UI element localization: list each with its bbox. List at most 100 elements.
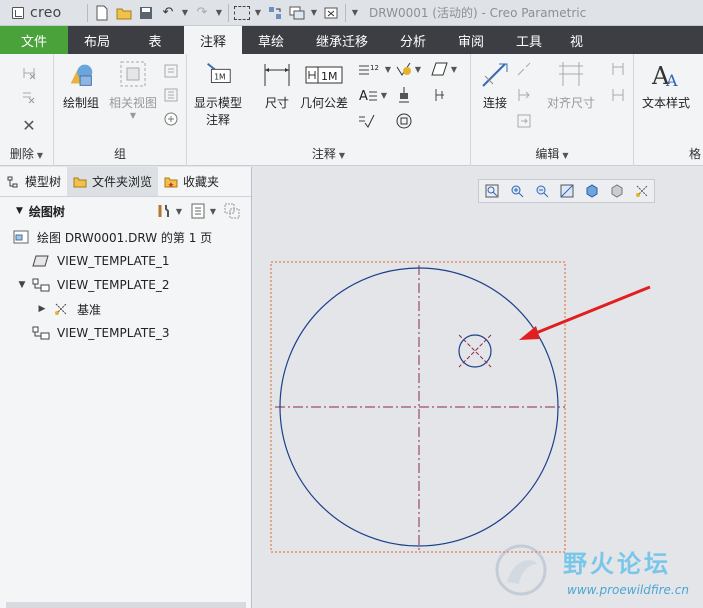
open-folder-icon[interactable] bbox=[115, 4, 133, 22]
datum-feature-icon[interactable] bbox=[431, 60, 449, 78]
tree-filter-icon[interactable] bbox=[189, 202, 207, 220]
save-icon[interactable] bbox=[137, 4, 155, 22]
tab-view[interactable]: 视 bbox=[558, 26, 595, 54]
view-icon bbox=[32, 253, 50, 269]
text-style-icon: AA bbox=[650, 60, 682, 90]
tree-item-view-template-2[interactable]: ▼ VIEW_TEMPLATE_2 bbox=[0, 273, 251, 297]
redo-dropdown-icon[interactable]: ▼ bbox=[215, 4, 223, 22]
surface-finish-icon[interactable] bbox=[395, 60, 413, 78]
group-group-label[interactable]: 组 bbox=[54, 145, 186, 162]
chevron-down-icon[interactable]: ▼ bbox=[175, 202, 183, 220]
watermark-url-text: www.proewildfire.cn bbox=[567, 583, 689, 597]
table-note-icon[interactable] bbox=[431, 86, 449, 104]
select-dropdown-icon[interactable]: ▼ bbox=[254, 4, 262, 22]
delete-segment-icon[interactable] bbox=[20, 88, 38, 106]
flip-arrows-icon[interactable] bbox=[609, 86, 627, 104]
text-style-label: 文本样式 bbox=[641, 96, 690, 110]
geometric-tolerance-button[interactable]: 1M 几何公差 bbox=[295, 60, 353, 111]
close-window-icon[interactable] bbox=[322, 4, 340, 22]
connect-icon bbox=[479, 60, 511, 90]
tab-layout[interactable]: 布局 bbox=[68, 26, 126, 54]
tree-item-view-template-1[interactable]: VIEW_TEMPLATE_1 bbox=[0, 249, 251, 273]
app-logo: creo bbox=[12, 5, 84, 21]
symbol-icon[interactable]: A bbox=[357, 86, 379, 104]
expand-arrow-icon[interactable]: ▶ bbox=[36, 304, 48, 314]
tab-tools[interactable]: 工具 bbox=[500, 26, 558, 54]
tree-item-datum[interactable]: ▶ 基准 bbox=[0, 297, 251, 321]
dimension-button[interactable]: 尺寸 bbox=[259, 60, 295, 111]
arrange-icon[interactable] bbox=[515, 86, 533, 104]
windows-icon[interactable] bbox=[288, 4, 306, 22]
select-box-icon[interactable] bbox=[234, 5, 250, 20]
windows-dropdown-icon[interactable]: ▼ bbox=[310, 4, 318, 22]
move-icon[interactable] bbox=[515, 112, 533, 130]
chevron-down-icon[interactable]: ▼ bbox=[449, 60, 459, 78]
group-list-icon[interactable] bbox=[162, 86, 180, 104]
regenerate-icon[interactable] bbox=[266, 4, 284, 22]
tab-legacy-migration[interactable]: 继承迁移 bbox=[300, 26, 384, 54]
group-properties-icon[interactable] bbox=[162, 62, 180, 80]
redo-icon[interactable]: ↷ bbox=[193, 4, 211, 22]
favorites-icon bbox=[164, 175, 178, 189]
chevron-down-icon[interactable]: ▼ bbox=[209, 202, 217, 220]
datum-target-icon[interactable] bbox=[395, 86, 413, 104]
settings-tools-icon[interactable] bbox=[155, 202, 173, 220]
break-icon[interactable] bbox=[515, 60, 533, 78]
align-dimensions-icon bbox=[555, 60, 587, 90]
related-view-icon bbox=[117, 60, 149, 90]
tab-annotate[interactable]: 注释 bbox=[184, 26, 242, 54]
weld-symbol-icon[interactable] bbox=[395, 112, 413, 130]
show-tree-columns-icon[interactable] bbox=[223, 202, 241, 220]
navigator-panel: 模型树 文件夹浏览 收藏夹 ▼ 绘图树 ▼ ▼ 绘图 DRW0001.DRW 的… bbox=[0, 167, 252, 608]
svg-text:A: A bbox=[359, 89, 368, 103]
edit-group: 连接 对齐尺寸 编辑 ▼ bbox=[471, 54, 634, 166]
tree-tools: ▼ ▼ bbox=[149, 202, 241, 220]
check-symbol-icon[interactable] bbox=[357, 112, 375, 130]
chevron-down-icon[interactable]: ▼ bbox=[383, 60, 393, 78]
tab-table[interactable]: 表 bbox=[126, 26, 184, 54]
undo-dropdown-icon[interactable]: ▼ bbox=[181, 4, 189, 22]
group-group: 绘制组 相关视图 ▼ 组 bbox=[54, 54, 187, 166]
chevron-down-icon[interactable]: ▼ bbox=[413, 60, 423, 78]
show-model-annotations-button[interactable]: 1M 显示模型 注释 bbox=[191, 60, 245, 128]
undo-icon[interactable]: ↶ bbox=[159, 4, 177, 22]
expand-arrow-icon[interactable]: ▼ bbox=[16, 280, 28, 290]
svg-text:1M: 1M bbox=[321, 70, 338, 83]
dimension-label: 尺寸 bbox=[264, 96, 289, 110]
tab-analysis[interactable]: 分析 bbox=[384, 26, 442, 54]
tree-item-drawing-sheet[interactable]: 绘图 DRW0001.DRW 的第 1 页 bbox=[0, 225, 251, 249]
tab-model-tree[interactable]: 模型树 bbox=[0, 167, 67, 196]
drawing-canvas[interactable]: 野火论坛 www.proewildfire.cn bbox=[253, 167, 703, 608]
format-group-label[interactable]: 格 bbox=[634, 145, 703, 162]
collapse-arrow-icon[interactable]: ▼ bbox=[16, 206, 23, 216]
svg-text:A: A bbox=[665, 71, 678, 90]
new-file-icon[interactable] bbox=[93, 4, 111, 22]
ribbon-panel: ✕ 删除 ▼ 绘制组 相关视图 ▼ 组 1M 显示模型 注释 尺寸 1M 几何公… bbox=[0, 54, 703, 166]
delete-icon[interactable]: ✕ bbox=[20, 116, 38, 135]
delete-group-label[interactable]: 删除 ▼ bbox=[0, 145, 53, 162]
tab-file[interactable]: 文件 bbox=[0, 26, 68, 54]
red-pointer-arrow bbox=[519, 285, 651, 340]
tab-review[interactable]: 审阅 bbox=[442, 26, 500, 54]
tab-sketch[interactable]: 草绘 bbox=[242, 26, 300, 54]
toolbar-divider bbox=[228, 3, 229, 22]
customize-toolbar-icon[interactable]: ▼ bbox=[351, 4, 359, 22]
tab-favorites[interactable]: 收藏夹 bbox=[158, 167, 225, 196]
draw-group-button[interactable]: 绘制组 bbox=[58, 60, 104, 111]
annotate-group-label[interactable]: 注释 ▼ bbox=[187, 145, 470, 162]
app-name: creo bbox=[30, 4, 62, 21]
cleanup-dimensions-icon[interactable] bbox=[609, 60, 627, 78]
text-style-button[interactable]: AA 文本样式 bbox=[638, 60, 694, 111]
group-ungroup-icon[interactable] bbox=[162, 110, 180, 128]
delete-dimension-icon[interactable] bbox=[20, 64, 38, 82]
panel-scrollbar[interactable] bbox=[6, 602, 246, 608]
edit-group-label[interactable]: 编辑 ▼ bbox=[471, 145, 633, 162]
related-view-button[interactable]: 相关视图 ▼ bbox=[106, 60, 160, 120]
align-dimensions-button[interactable]: 对齐尺寸 bbox=[541, 60, 601, 111]
note-icon[interactable]: 12 bbox=[357, 60, 383, 78]
chevron-down-icon: ▼ bbox=[562, 151, 569, 160]
tree-item-view-template-3[interactable]: VIEW_TEMPLATE_3 bbox=[0, 321, 251, 345]
tab-folder-browser[interactable]: 文件夹浏览 bbox=[67, 167, 159, 196]
chevron-down-icon[interactable]: ▼ bbox=[379, 86, 389, 104]
connect-button[interactable]: 连接 bbox=[475, 60, 515, 111]
